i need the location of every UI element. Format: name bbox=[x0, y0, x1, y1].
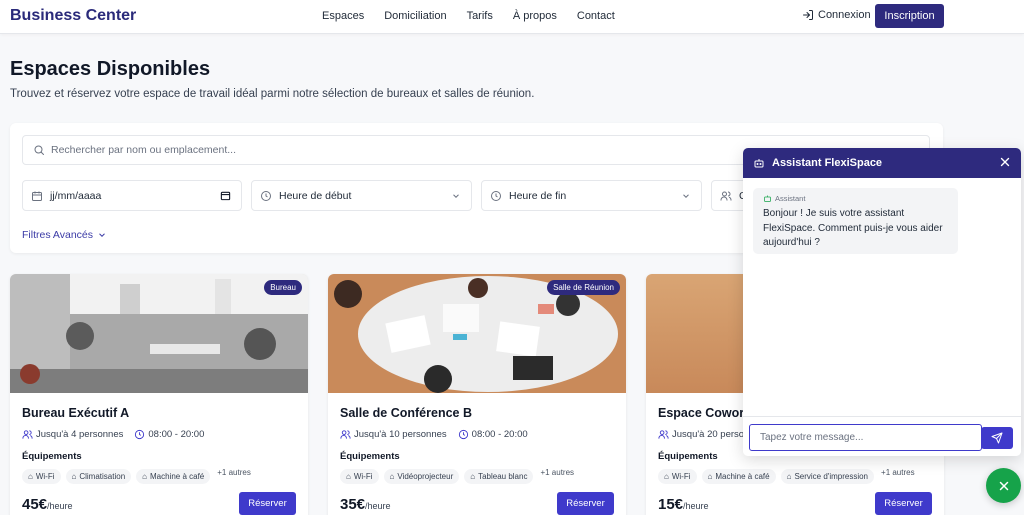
equipment-chip: ⌂ Machine à café bbox=[701, 469, 776, 484]
space-photo-office bbox=[10, 274, 308, 393]
equipment-icon: ⌂ bbox=[707, 472, 713, 481]
end-time-label: Heure de fin bbox=[509, 189, 567, 202]
users-icon bbox=[720, 191, 732, 200]
bot-icon bbox=[764, 195, 771, 202]
nav-link-a-propos[interactable]: À propos bbox=[513, 10, 557, 22]
chat-message-sender: Assistant bbox=[763, 194, 948, 203]
equipment-chip: ⌂ Climatisation bbox=[65, 469, 132, 484]
equipment-icon: ⌂ bbox=[71, 472, 77, 481]
advanced-filters-label: Filtres Avancés bbox=[22, 229, 94, 241]
login-link[interactable]: Connexion bbox=[802, 9, 871, 21]
close-icon bbox=[999, 481, 1008, 490]
end-time-select[interactable]: Heure de fin bbox=[481, 180, 702, 211]
nav-link-tarifs[interactable]: Tarifs bbox=[467, 10, 493, 22]
equipment-icon: ⌂ bbox=[389, 472, 395, 481]
space-capacity: Jusqu'à 10 personnes bbox=[354, 429, 447, 440]
bot-icon bbox=[754, 159, 764, 168]
chat-toggle-button[interactable] bbox=[986, 468, 1021, 503]
space-title: Salle de Conférence B bbox=[340, 406, 472, 420]
clock-icon bbox=[135, 429, 145, 440]
space-title: Bureau Exécutif A bbox=[22, 406, 130, 420]
equipment-more: +1 autres bbox=[881, 468, 915, 477]
reserve-button[interactable]: Réserver bbox=[239, 492, 296, 515]
space-card: Bureau Bureau Exécutif A Jusqu'à 4 perso… bbox=[10, 274, 308, 515]
space-hours: 08:00 - 20:00 bbox=[471, 429, 528, 440]
nav-links: Espaces Domiciliation Tarifs À propos Co… bbox=[322, 10, 635, 22]
equipment-icon: ⌂ bbox=[470, 472, 476, 481]
chevron-down-icon bbox=[453, 193, 459, 198]
space-title: Espace Cowork bbox=[658, 406, 752, 420]
clock-icon bbox=[458, 429, 468, 440]
equipment-chip: ⌂ Machine à café bbox=[136, 469, 211, 484]
space-meta: Jusqu'à 4 personnes 08:00 - 20:00 bbox=[22, 429, 204, 440]
equipment-icon: ⌂ bbox=[664, 472, 669, 481]
users-icon bbox=[340, 430, 351, 439]
equipment-icon: ⌂ bbox=[142, 472, 147, 481]
equipment-more: +1 autres bbox=[540, 468, 575, 477]
space-capacity: Jusqu'à 4 personnes bbox=[36, 429, 124, 440]
reserve-button[interactable]: Réserver bbox=[557, 492, 614, 515]
equipment-more: +1 autres bbox=[217, 468, 251, 477]
date-picker-icon[interactable] bbox=[220, 190, 231, 201]
top-navbar: Business Center Espaces Domiciliation Ta… bbox=[0, 0, 1024, 34]
equipment-chip: ⌂ Wi-Fi bbox=[22, 469, 61, 484]
chat-message: Assistant Bonjour ! Je suis votre assist… bbox=[753, 188, 958, 254]
search-placeholder: Rechercher par nom ou emplacement... bbox=[51, 144, 237, 156]
equipment-list: ⌂ Wi-Fi ⌂ Machine à café ⌂ Service d'impres… bbox=[658, 468, 915, 484]
chat-title: Assistant FlexiSpace bbox=[772, 157, 883, 169]
equipment-icon: ⌂ bbox=[786, 472, 792, 481]
equipment-chip: ⌂ Tableau blanc bbox=[464, 469, 534, 484]
start-time-label: Heure de début bbox=[279, 189, 352, 202]
login-label: Connexion bbox=[818, 9, 871, 21]
equipment-list: ⌂ Wi-Fi ⌂ Vidéoprojecteur ⌂ Tableau blanc +… bbox=[340, 468, 575, 484]
reserve-button[interactable]: Réserver bbox=[875, 492, 932, 515]
nav-link-contact[interactable]: Contact bbox=[577, 10, 615, 22]
chat-header: Assistant FlexiSpace bbox=[743, 148, 1021, 178]
space-price: 35€/heure bbox=[340, 496, 391, 513]
date-input[interactable]: jj/mm/aaaa bbox=[22, 180, 242, 211]
equipment-title: Équipements bbox=[22, 451, 82, 462]
signup-button[interactable]: Inscription bbox=[875, 4, 944, 28]
equipment-chip: ⌂ Wi-Fi bbox=[658, 469, 697, 484]
nav-link-domiciliation[interactable]: Domiciliation bbox=[384, 10, 446, 22]
equipment-list: ⌂ Wi-Fi ⌂ Climatisation ⌂ Machine à café +1… bbox=[22, 468, 251, 484]
equipment-chip: ⌂ Wi-Fi bbox=[340, 469, 379, 484]
close-icon[interactable] bbox=[998, 155, 1012, 169]
chat-widget: Assistant FlexiSpace Assistant Bonjour !… bbox=[743, 148, 1021, 456]
search-icon bbox=[34, 145, 44, 155]
equipment-chip: ⌂ Service d'impression bbox=[780, 469, 875, 484]
date-value: jj/mm/aaaa bbox=[50, 189, 102, 202]
users-icon bbox=[658, 430, 669, 439]
space-price: 15€/heure bbox=[658, 496, 709, 513]
chevron-down-icon bbox=[99, 233, 105, 237]
nav-link-espaces[interactable]: Espaces bbox=[322, 10, 364, 22]
space-price: 45€/heure bbox=[22, 496, 73, 513]
equipment-icon: ⌂ bbox=[28, 472, 33, 481]
space-hours: 08:00 - 20:00 bbox=[148, 429, 205, 440]
space-type-badge: Salle de Réunion bbox=[547, 280, 620, 295]
page-title: Espaces Disponibles bbox=[10, 58, 211, 80]
login-icon bbox=[803, 10, 813, 20]
page-subtitle: Trouvez et réservez votre espace de trav… bbox=[10, 88, 535, 100]
start-time-select[interactable]: Heure de début bbox=[251, 180, 472, 211]
chevron-down-icon bbox=[683, 193, 689, 198]
advanced-filters-toggle[interactable]: Filtres Avancés bbox=[22, 229, 107, 241]
chat-message-text: Bonjour ! Je suis votre assistant FlexiS… bbox=[763, 208, 943, 248]
chat-footer: Tapez votre message... bbox=[743, 416, 1021, 456]
send-icon bbox=[991, 432, 1003, 444]
equipment-title: Équipements bbox=[340, 451, 400, 462]
space-card: Salle de Réunion Salle de Conférence B J… bbox=[328, 274, 626, 515]
space-type-badge: Bureau bbox=[264, 280, 302, 295]
equipment-icon: ⌂ bbox=[346, 472, 351, 481]
space-meta: Jusqu'à 10 personnes 08:00 - 20:00 bbox=[340, 429, 528, 440]
calendar-icon bbox=[32, 191, 42, 201]
equipment-chip: ⌂ Vidéoprojecteur bbox=[383, 469, 460, 484]
chat-input[interactable]: Tapez votre message... bbox=[749, 424, 982, 451]
brand-logo[interactable]: Business Center bbox=[10, 7, 136, 25]
clock-icon bbox=[491, 190, 501, 201]
equipment-title: Équipements bbox=[658, 451, 718, 462]
clock-icon bbox=[261, 190, 271, 201]
users-icon bbox=[22, 430, 33, 439]
send-button[interactable] bbox=[981, 427, 1013, 449]
